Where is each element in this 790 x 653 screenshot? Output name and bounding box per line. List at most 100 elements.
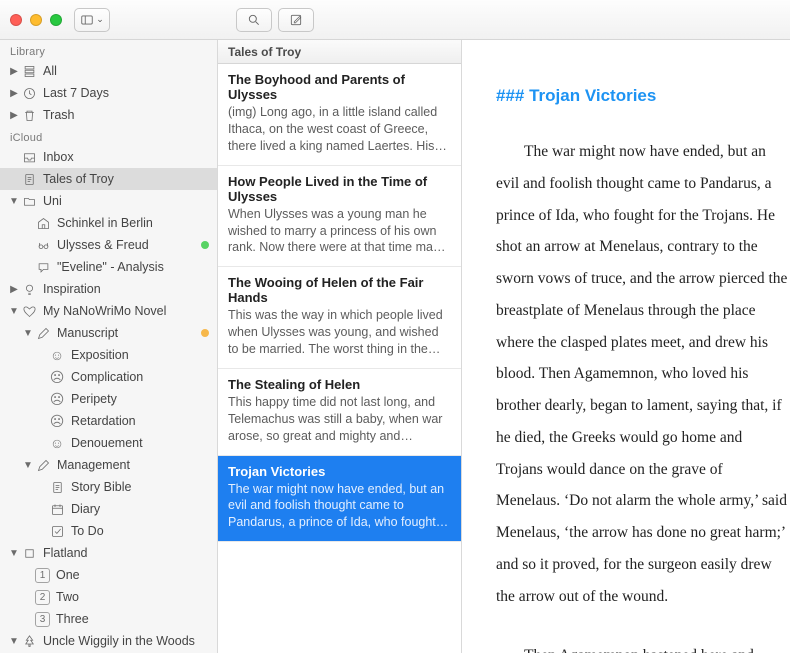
sidebar-item-nano[interactable]: ▼My NaNoWriMo Novel — [0, 300, 217, 322]
status-dot-icon — [201, 241, 209, 249]
trash-icon — [21, 107, 37, 123]
sidebar-item-diary[interactable]: ▶Diary — [0, 498, 217, 520]
sidebar-toggle-button[interactable]: ⌄ — [74, 8, 110, 32]
chat-icon — [35, 259, 51, 275]
note-list-header: Tales of Troy — [218, 40, 461, 64]
app-window: ⌄ Library▶All▶Last 7 Days▶TrashiCloud▶In… — [0, 0, 790, 653]
editor-paragraph[interactable]: Then Agamemnon hastened here and there, … — [496, 640, 790, 653]
face-icon: ☹ — [49, 391, 65, 408]
compose-button[interactable] — [278, 8, 314, 32]
sidebar-item-fl-two[interactable]: ▶2Two — [0, 586, 217, 608]
editor-paragraph[interactable]: The war might now have ended, but an evi… — [496, 136, 790, 612]
sidebar-item-label: Retardation — [71, 414, 209, 428]
sidebar-item-label: Flatland — [43, 546, 209, 560]
bulb-icon — [21, 281, 37, 297]
face-icon: ☺ — [49, 435, 65, 451]
note-preview: (img) Long ago, in a little island calle… — [228, 104, 451, 155]
disclosure-triangle-icon[interactable]: ▶ — [8, 109, 20, 121]
sidebar-item-inspiration[interactable]: ▶ Inspiration — [0, 278, 217, 300]
sidebar-item-label: Uni — [43, 194, 209, 208]
note-list-item[interactable]: How People Lived in the Time of UlyssesW… — [218, 166, 461, 268]
sidebar-item-label: Manuscript — [57, 326, 197, 340]
note-list-pane: Tales of Troy The Boyhood and Parents of… — [218, 40, 462, 653]
square-icon — [21, 545, 37, 561]
sidebar-item-last7[interactable]: ▶Last 7 Days — [0, 82, 217, 104]
note-list-title: Tales of Troy — [228, 45, 301, 59]
editor-pane[interactable]: ### Trojan Victories The war might now h… — [462, 40, 790, 653]
note-title: Trojan Victories — [228, 464, 451, 479]
disclosure-triangle-icon[interactable]: ▼ — [22, 327, 34, 339]
sidebar-item-flatland[interactable]: ▼ Flatland — [0, 542, 217, 564]
minimize-button[interactable] — [30, 14, 42, 26]
sidebar-item-management[interactable]: ▼Management — [0, 454, 217, 476]
face-icon: ☹ — [49, 413, 65, 430]
face-icon: ☹ — [49, 369, 65, 386]
disclosure-triangle-icon[interactable]: ▼ — [8, 635, 20, 647]
sidebar-item-todo[interactable]: ▶To Do — [0, 520, 217, 542]
disclosure-triangle-icon[interactable]: ▶ — [8, 283, 20, 295]
sidebar-item-schinkel[interactable]: ▶Schinkel in Berlin — [0, 212, 217, 234]
sidebar-item-label: "Eveline" - Analysis — [57, 260, 209, 274]
note-list-item[interactable]: The Boyhood and Parents of Ulysses(img) … — [218, 64, 461, 166]
sidebar-section-title: iCloud — [0, 126, 217, 146]
number-badge: 1 — [35, 568, 50, 583]
traffic-lights — [10, 14, 62, 26]
sidebar-item-storybible[interactable]: ▶Story Bible — [0, 476, 217, 498]
sidebar-item-ulysses-freud[interactable]: ▶Ulysses & Freud — [0, 234, 217, 256]
note-title: The Wooing of Helen of the Fair Hands — [228, 275, 451, 305]
disclosure-triangle-icon[interactable]: ▶ — [8, 65, 20, 77]
disclosure-triangle-icon[interactable]: ▼ — [8, 547, 20, 559]
disclosure-triangle-icon[interactable]: ▼ — [8, 195, 20, 207]
glasses-icon — [35, 237, 51, 253]
sidebar-item-label: One — [56, 568, 209, 582]
disclosure-triangle-icon[interactable]: ▼ — [22, 459, 34, 471]
heart-icon — [21, 303, 37, 319]
sheet-icon — [49, 479, 65, 495]
note-list-item[interactable]: Trojan VictoriesThe war might now have e… — [218, 456, 461, 543]
sidebar-item-label: Tales of Troy — [43, 172, 209, 186]
sidebar-item-label: Peripety — [71, 392, 209, 406]
inbox-icon — [21, 149, 37, 165]
search-button[interactable] — [236, 8, 272, 32]
sidebar-item-exposition[interactable]: ▶☺Exposition — [0, 344, 217, 366]
disclosure-triangle-icon[interactable]: ▶ — [8, 87, 20, 99]
close-button[interactable] — [10, 14, 22, 26]
check-icon — [49, 523, 65, 539]
pen-icon — [35, 457, 51, 473]
disclosure-triangle-icon[interactable]: ▼ — [8, 305, 20, 317]
sidebar-item-uw[interactable]: ▼Uncle Wiggily in the Woods — [0, 630, 217, 652]
note-title: The Boyhood and Parents of Ulysses — [228, 72, 451, 102]
sidebar-item-label: Inspiration — [43, 282, 209, 296]
sidebar-item-troy[interactable]: ▶Tales of Troy — [0, 168, 217, 190]
sidebar-item-uni[interactable]: ▼ Uni — [0, 190, 217, 212]
tree-icon — [21, 633, 37, 649]
note-list-item[interactable]: The Wooing of Helen of the Fair HandsThi… — [218, 267, 461, 369]
pen-icon — [35, 325, 51, 341]
sidebar-item-label: Diary — [71, 502, 209, 516]
sidebar-item-complication[interactable]: ▶☹Complication — [0, 366, 217, 388]
sidebar-item-all[interactable]: ▶ All — [0, 60, 217, 82]
note-list-item[interactable]: The Stealing of HelenThis happy time did… — [218, 369, 461, 456]
sidebar-item-manuscript[interactable]: ▼ Manuscript — [0, 322, 217, 344]
sidebar-item-retardation[interactable]: ▶☹Retardation — [0, 410, 217, 432]
sidebar-section-title: Library — [0, 40, 217, 60]
sidebar-item-fl-one[interactable]: ▶1One — [0, 564, 217, 586]
note-list[interactable]: The Boyhood and Parents of Ulysses(img) … — [218, 64, 461, 653]
sidebar[interactable]: Library ▶ All ▶Last 7 Days▶TrashiCloud▶Inbo… — [0, 40, 218, 653]
sidebar-item-label: Denouement — [71, 436, 209, 450]
clock-icon — [21, 85, 37, 101]
fullscreen-button[interactable] — [50, 14, 62, 26]
sidebar-item-fl-three[interactable]: ▶3Three — [0, 608, 217, 630]
number-badge: 2 — [35, 590, 50, 605]
editor-heading: ### Trojan Victories — [496, 86, 790, 106]
note-preview: This was the way in which people lived w… — [228, 307, 451, 358]
stack-icon — [21, 63, 37, 79]
sidebar-item-peripety[interactable]: ▶☹Peripety — [0, 388, 217, 410]
sidebar-item-trash[interactable]: ▶Trash — [0, 104, 217, 126]
sidebar-item-inbox[interactable]: ▶Inbox — [0, 146, 217, 168]
folder-icon — [21, 193, 37, 209]
sidebar-item-label: All — [43, 64, 209, 78]
sidebar-item-denouement[interactable]: ▶☺Denouement — [0, 432, 217, 454]
editor-body[interactable]: The war might now have ended, but an evi… — [496, 136, 790, 653]
sidebar-item-eveline[interactable]: ▶"Eveline" - Analysis — [0, 256, 217, 278]
